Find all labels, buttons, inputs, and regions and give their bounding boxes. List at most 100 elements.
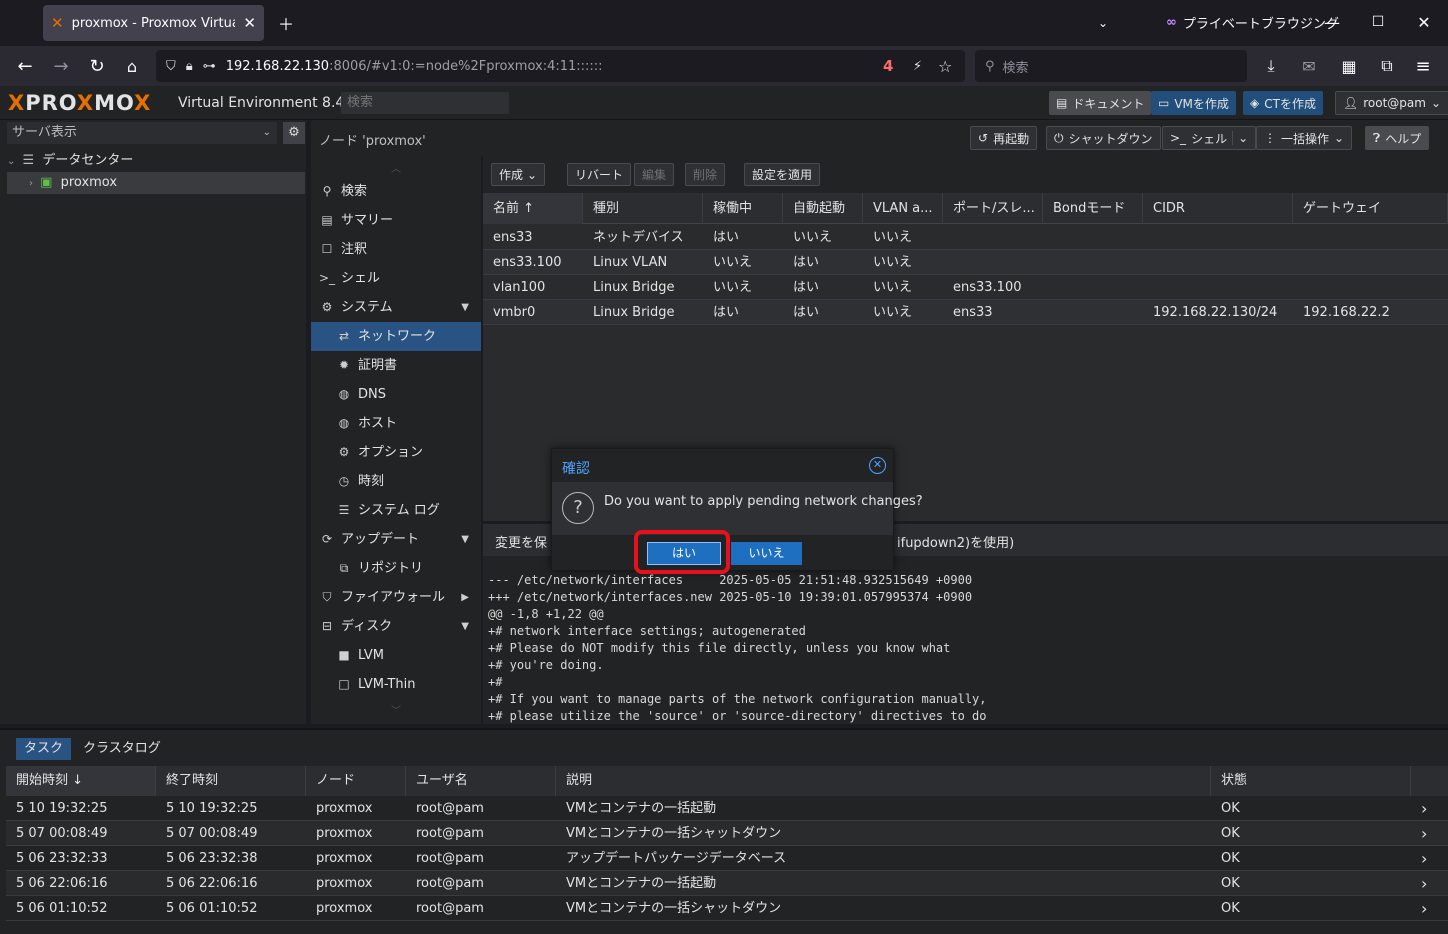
task-row[interactable]: 5 07 00:08:49 5 07 00:08:49 proxmox root@pa… bbox=[6, 821, 1448, 846]
menu-item-7[interactable]: ◍ DNS bbox=[311, 380, 481, 409]
menu-item-5[interactable]: ⇄ ネットワーク bbox=[311, 322, 481, 351]
expand-chevron-icon[interactable]: ⌄ bbox=[7, 156, 15, 167]
grid-column-header[interactable]: 稼働中 bbox=[703, 193, 783, 224]
user-menu-button[interactable]: 👤︎ root@pam ⌄ bbox=[1335, 91, 1448, 115]
chevron-right-icon[interactable]: › bbox=[1411, 846, 1427, 871]
task-row[interactable]: 5 06 22:06:16 5 06 22:06:16 proxmox root@pa… bbox=[6, 871, 1448, 896]
pve-search-input[interactable]: 検索 bbox=[341, 92, 509, 114]
tab-list-chevron-icon[interactable]: ⌄ bbox=[1093, 13, 1113, 33]
scroll-up-icon[interactable]: ︿ bbox=[391, 160, 401, 175]
task-column-header[interactable]: 状態 bbox=[1211, 766, 1411, 796]
task-column-header[interactable]: 説明 bbox=[556, 766, 1211, 796]
menu-item-0[interactable]: ⚲ 検索 bbox=[311, 177, 481, 206]
delete-button[interactable]: 削除 bbox=[685, 163, 726, 186]
menu-item-6[interactable]: ✹ 証明書 bbox=[311, 351, 481, 380]
chevron-down-icon[interactable]: ⌄ bbox=[1232, 131, 1248, 145]
minimize-icon[interactable]: — bbox=[1322, 12, 1342, 32]
mail-icon[interactable]: ✉ bbox=[1298, 55, 1320, 77]
grid-column-header[interactable]: CIDR bbox=[1143, 193, 1293, 224]
shutdown-button[interactable]: ⏻ シャットダウン bbox=[1046, 126, 1161, 150]
docs-button[interactable]: ▤ ドキュメント bbox=[1049, 91, 1152, 115]
grid-column-header[interactable]: ポート/スレ... bbox=[943, 193, 1043, 224]
grid-column-header[interactable]: Bondモード bbox=[1043, 193, 1143, 224]
tab-close-icon[interactable]: ✕ bbox=[243, 14, 256, 32]
chevron-down-icon[interactable]: ▼ bbox=[461, 293, 469, 322]
grid-row[interactable]: vlan100 Linux Bridge いいえ はい いいえ ens33.100 bbox=[483, 275, 1448, 300]
shell-button[interactable]: >_ シェル ⌄ bbox=[1162, 126, 1257, 150]
back-icon[interactable]: ← bbox=[14, 55, 36, 77]
menu-item-14[interactable]: ⛉ ファイアウォール ▶ bbox=[311, 583, 481, 612]
grid-row[interactable]: vmbr0 Linux Bridge はい はい いいえ ens33 192.168.22.… bbox=[483, 300, 1448, 325]
task-column-header[interactable]: ユーザ名 bbox=[406, 766, 556, 796]
chevron-right-icon[interactable]: › bbox=[1411, 896, 1427, 921]
scroll-down-icon[interactable]: ﹀ bbox=[391, 702, 401, 717]
reboot-button[interactable]: ↺ 再起動 bbox=[970, 126, 1038, 150]
menu-item-17[interactable]: □ LVM-Thin bbox=[311, 670, 481, 699]
chevron-right-icon[interactable]: › bbox=[1411, 821, 1427, 846]
task-column-header[interactable]: ノード bbox=[306, 766, 406, 796]
dialog-close-icon[interactable]: ✕ bbox=[869, 457, 886, 474]
menu-item-10[interactable]: ◷ 時刻 bbox=[311, 467, 481, 496]
menu-item-2[interactable]: ☐ 注釈 bbox=[311, 235, 481, 264]
view-select[interactable]: サーバ表示 ⌄ bbox=[7, 122, 277, 144]
extension-pattern-icon[interactable]: ▦ bbox=[1338, 55, 1360, 77]
url-bar[interactable]: ⛉ 🔒︎ ⊶ 192.168.22.130:8006/#v1:0:=node%2… bbox=[156, 50, 965, 82]
expand-chevron-icon[interactable]: › bbox=[29, 178, 33, 189]
shield-icon[interactable]: ⛉ bbox=[166, 59, 176, 74]
menu-icon[interactable]: ≡ bbox=[1412, 55, 1434, 77]
help-button[interactable]: ❓︎ ヘルプ bbox=[1365, 126, 1430, 150]
grid-column-header[interactable]: ゲートウェイ bbox=[1293, 193, 1448, 224]
menu-item-15[interactable]: ⊟ ディスク ▼ bbox=[311, 612, 481, 641]
new-tab-icon[interactable]: ＋ bbox=[276, 13, 296, 34]
menu-item-12[interactable]: ⟳ アップデート ▼ bbox=[311, 525, 481, 554]
browser-search-input[interactable]: ⚲ 検索 bbox=[975, 50, 1247, 82]
permissions-key-icon[interactable]: ⊶ bbox=[203, 59, 216, 74]
menu-item-11[interactable]: ☰ システム ログ bbox=[311, 496, 481, 525]
download-icon[interactable]: ⤓ bbox=[1260, 55, 1282, 77]
menu-item-8[interactable]: ◍ ホスト bbox=[311, 409, 481, 438]
chevron-right-icon[interactable]: › bbox=[1411, 871, 1427, 896]
menu-item-3[interactable]: >_ シェル bbox=[311, 264, 481, 293]
menu-item-4[interactable]: ⚙ システム ▼ bbox=[311, 293, 481, 322]
create-vm-button[interactable]: ▭ VMを作成 bbox=[1151, 91, 1236, 115]
menu-item-16[interactable]: ■ LVM bbox=[311, 641, 481, 670]
grid-row[interactable]: ens33.100 Linux VLAN いいえ はい いいえ bbox=[483, 250, 1448, 275]
grid-column-header[interactable]: 名前 ↑ bbox=[483, 193, 583, 224]
task-column-header[interactable]: 終了時刻 bbox=[156, 766, 306, 796]
bookmark-star-icon[interactable]: ☆ bbox=[938, 57, 952, 76]
bulk-actions-button[interactable]: ⋮ 一括操作 ⌄ bbox=[1256, 126, 1353, 150]
chevron-down-icon[interactable]: ▼ bbox=[461, 525, 469, 554]
home-icon[interactable]: ⌂ bbox=[121, 55, 143, 77]
tab-cluster-log[interactable]: クラスタログ bbox=[75, 738, 169, 760]
edit-button[interactable]: 編集 bbox=[634, 163, 675, 186]
task-row[interactable]: 5 06 23:32:33 5 06 23:32:38 proxmox root@pa… bbox=[6, 846, 1448, 871]
create-button[interactable]: 作成 ⌄ bbox=[491, 163, 546, 186]
forward-icon[interactable]: → bbox=[50, 55, 72, 77]
task-row[interactable]: 5 10 19:32:25 5 10 19:32:25 proxmox root@pa… bbox=[6, 796, 1448, 821]
extensions-icon[interactable]: ⧉ bbox=[1376, 55, 1398, 77]
lock-icon[interactable]: 🔒︎ bbox=[186, 59, 193, 74]
task-row[interactable]: 5 06 01:10:52 5 06 01:10:52 proxmox root@pa… bbox=[6, 896, 1448, 921]
menu-item-13[interactable]: ⧉ リポジトリ bbox=[311, 554, 481, 583]
browser-tab[interactable]: ✕ proxmox - Proxmox Virtual Envi ✕ bbox=[43, 5, 264, 41]
lightning-icon[interactable]: ⚡︎ bbox=[913, 59, 922, 74]
tree-item-node-proxmox[interactable]: › ▣ proxmox bbox=[7, 172, 305, 194]
apply-config-button[interactable]: 設定を適用 bbox=[744, 163, 821, 186]
chevron-down-icon[interactable]: ▼ bbox=[461, 612, 469, 641]
window-close-icon[interactable]: ✕ bbox=[1414, 12, 1434, 32]
tree-settings-button[interactable]: ⚙ bbox=[283, 122, 305, 144]
grid-column-header[interactable]: 自動起動 bbox=[783, 193, 863, 224]
maximize-icon[interactable]: ☐ bbox=[1368, 12, 1388, 32]
menu-item-1[interactable]: ▤ サマリー bbox=[311, 206, 481, 235]
create-ct-button[interactable]: ◈ CTを作成 bbox=[1243, 91, 1323, 115]
tab-tasks[interactable]: タスク bbox=[16, 738, 72, 760]
url-badge[interactable]: 4 bbox=[883, 57, 893, 75]
tree-item-datacenter[interactable]: ⌄ ☰ データセンター bbox=[7, 150, 305, 172]
revert-button[interactable]: リバート bbox=[567, 163, 632, 186]
grid-column-header[interactable]: 種別 bbox=[583, 193, 703, 224]
grid-row[interactable]: ens33 ネットデバイス はい いいえ いいえ bbox=[483, 225, 1448, 250]
task-column-header[interactable]: 開始時刻 ↓ bbox=[6, 766, 156, 796]
chevron-right-icon[interactable]: ▶ bbox=[461, 583, 469, 612]
menu-item-9[interactable]: ⚙ オプション bbox=[311, 438, 481, 467]
reload-icon[interactable]: ↻ bbox=[86, 55, 108, 77]
